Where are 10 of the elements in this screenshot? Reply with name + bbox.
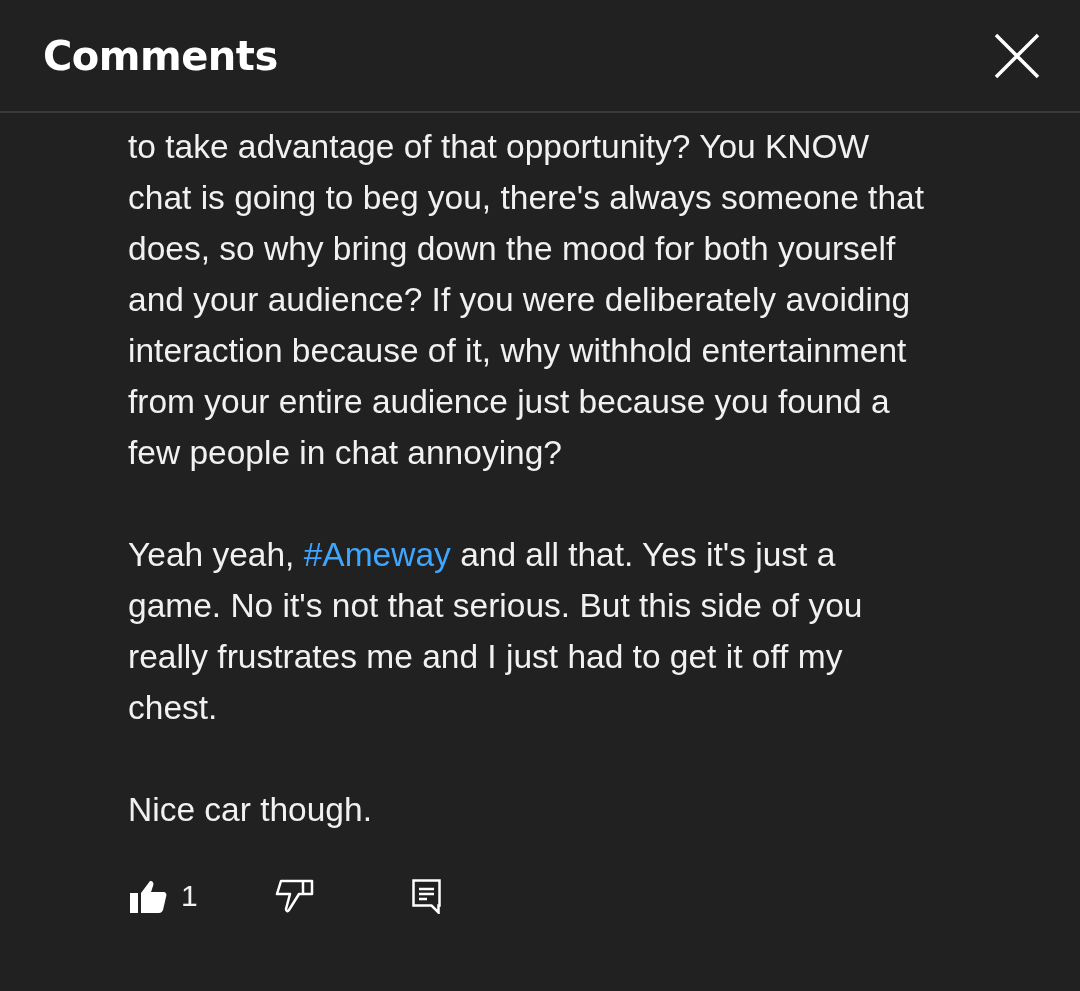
thumbs-down-icon[interactable]	[275, 879, 314, 913]
like-count: 1	[181, 879, 198, 913]
comment-paragraph: to take advantage of that opportunity? You KNOW chat is going to beg you, there's always someone that does, so why bring down the mood for both yourself and your audience? If you were deliberately avoiding interaction because of it, why withhold entertainment from your entire audience just because you found a few people in chat annoying?	[128, 127, 924, 473]
reply-icon[interactable]	[412, 878, 441, 914]
thumbs-up-icon[interactable]	[130, 879, 167, 913]
hashtag-link[interactable]: #Ameway	[303, 536, 451, 573]
comment-paragraph: Yeah yeah, #Ameway and all that. Yes it's just a game. No it's not that serious. But this side of you really frustrates me and I just had to get it off my chest.	[128, 535, 863, 728]
comment-paragraph: Nice car though.	[128, 790, 372, 830]
close-icon[interactable]	[994, 32, 1040, 79]
panel-title: Comments	[43, 32, 278, 79]
